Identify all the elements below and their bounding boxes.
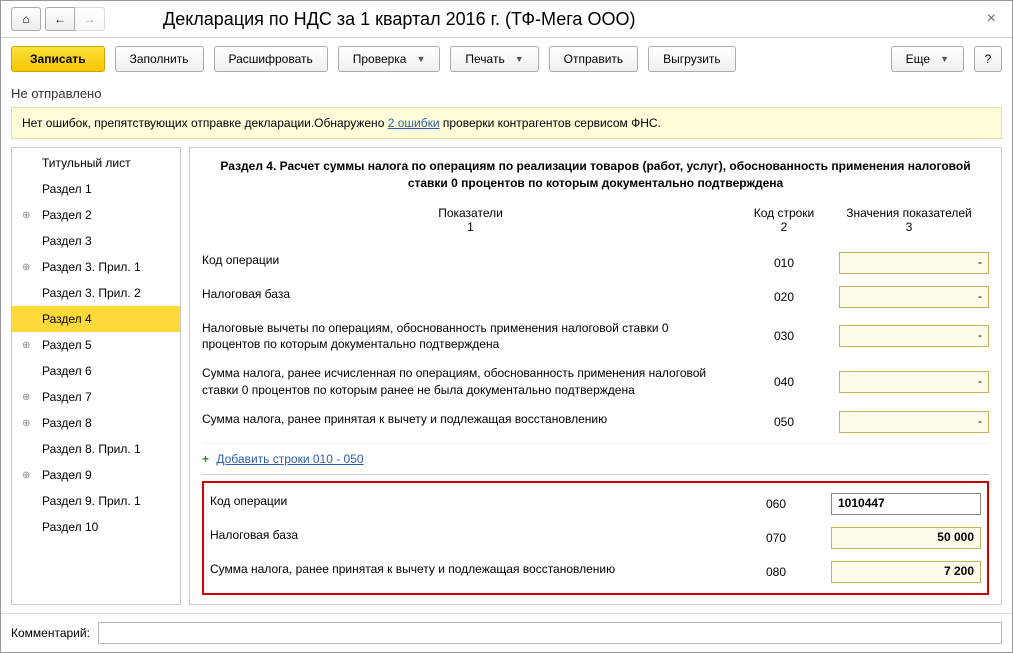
value-field[interactable]: 1010447 — [831, 493, 981, 515]
sidebar-item[interactable]: Раздел 2 — [12, 202, 180, 228]
print-button[interactable]: Печать ▼ — [450, 46, 538, 72]
row-code: 010 — [739, 256, 829, 270]
row-code: 020 — [739, 290, 829, 304]
home-icon: ⌂ — [22, 12, 29, 26]
help-button[interactable]: ? — [974, 46, 1002, 72]
row-code: 050 — [739, 415, 829, 429]
decode-button[interactable]: Расшифровать — [214, 46, 328, 72]
sidebar-item[interactable]: Титульный лист — [12, 150, 180, 176]
save-button[interactable]: Записать — [11, 46, 105, 72]
row-label: Сумма налога, ранее принятая к вычету и … — [202, 411, 739, 428]
form-row: Код операции010 — [202, 246, 989, 280]
sidebar-item[interactable]: Раздел 7 — [12, 384, 180, 410]
sidebar-item[interactable]: Раздел 6 — [12, 358, 180, 384]
sidebar-item[interactable]: Раздел 1 — [12, 176, 180, 202]
chevron-down-icon: ▼ — [940, 54, 949, 64]
content-panel: Раздел 4. Расчет суммы налога по операци… — [189, 147, 1002, 605]
row-code: 040 — [739, 375, 829, 389]
close-button[interactable]: × — [981, 10, 1002, 28]
sidebar-item[interactable]: Раздел 8. Прил. 1 — [12, 436, 180, 462]
row-label: Код операции — [202, 252, 739, 269]
form-row: Сумма налога, ранее принятая к вычету и … — [202, 405, 989, 439]
highlighted-block: Код операции060 1010447 Налоговая база070 5… — [202, 481, 989, 595]
value-field[interactable] — [839, 252, 989, 274]
sidebar: Титульный листРаздел 1Раздел 2Раздел 3Ра… — [11, 147, 181, 605]
comment-input[interactable] — [98, 622, 1002, 644]
status-text: Не отправлено — [1, 80, 1012, 107]
export-button[interactable]: Выгрузить — [648, 46, 736, 72]
back-button[interactable]: ← — [45, 7, 75, 31]
sidebar-item[interactable]: Раздел 4 — [12, 306, 180, 332]
sidebar-item[interactable]: Раздел 3 — [12, 228, 180, 254]
form-row: Код операции060 1010447 — [210, 487, 981, 521]
notice-bar: Нет ошибок, препятствующих отправке декл… — [11, 107, 1002, 139]
form-row: Налоговая база020 — [202, 280, 989, 314]
row-label: Налоговая база — [210, 527, 731, 544]
section-title: Раздел 4. Расчет суммы налога по операци… — [202, 158, 989, 192]
more-button[interactable]: Еще ▼ — [891, 46, 964, 72]
window-title: Декларация по НДС за 1 квартал 2016 г. (… — [121, 9, 973, 30]
sidebar-item[interactable]: Раздел 10 — [12, 514, 180, 540]
row-code: 080 — [731, 565, 821, 579]
home-button[interactable]: ⌂ — [11, 7, 41, 31]
row-code: 060 — [731, 497, 821, 511]
sidebar-item[interactable]: Раздел 9. Прил. 1 — [12, 488, 180, 514]
form-row: Налоговая база070 50 000 — [210, 521, 981, 555]
forward-button[interactable]: → — [75, 7, 105, 31]
form-row: Налоговые вычеты по операциям, обоснован… — [202, 314, 989, 360]
row-label: Сумма налога, ранее исчисленная по опера… — [202, 365, 739, 399]
form-row: Сумма налога, ранее исчисленная по опера… — [202, 359, 989, 405]
notice-prefix: Нет ошибок, препятствующих отправке декл… — [22, 116, 388, 130]
sidebar-item[interactable]: Раздел 5 — [12, 332, 180, 358]
send-button[interactable]: Отправить — [549, 46, 639, 72]
row-label: Код операции — [210, 493, 731, 510]
sidebar-item[interactable]: Раздел 9 — [12, 462, 180, 488]
sidebar-item[interactable]: Раздел 8 — [12, 410, 180, 436]
row-code: 070 — [731, 531, 821, 545]
chevron-down-icon: ▼ — [515, 54, 524, 64]
value-field[interactable]: 50 000 — [831, 527, 981, 549]
row-label: Налоговая база — [202, 286, 739, 303]
add-rows-link: + Добавить строки 010 - 050 — [202, 443, 989, 475]
chevron-down-icon: ▼ — [416, 54, 425, 64]
row-label: Налоговые вычеты по операциям, обоснован… — [202, 320, 739, 354]
value-field[interactable] — [839, 286, 989, 308]
comment-label: Комментарий: — [11, 626, 90, 640]
form-row: Сумма налога, ранее принятая к вычету и … — [210, 555, 981, 589]
fill-button[interactable]: Заполнить — [115, 46, 204, 72]
notice-suffix: проверки контрагентов сервисом ФНС. — [440, 116, 661, 130]
plus-icon: + — [202, 452, 209, 466]
value-field[interactable] — [839, 371, 989, 393]
value-field[interactable] — [839, 325, 989, 347]
arrow-left-icon: ← — [54, 12, 66, 26]
notice-link[interactable]: 2 ошибки — [388, 116, 440, 130]
sidebar-item[interactable]: Раздел 3. Прил. 2 — [12, 280, 180, 306]
column-headers: Показатели 1 Код строки 2 Значения показ… — [202, 206, 989, 234]
check-button[interactable]: Проверка ▼ — [338, 46, 441, 72]
value-field[interactable]: 7 200 — [831, 561, 981, 583]
arrow-right-icon: → — [84, 12, 96, 26]
row-label: Сумма налога, ранее принятая к вычету и … — [210, 561, 731, 578]
row-code: 030 — [739, 329, 829, 343]
sidebar-item[interactable]: Раздел 3. Прил. 1 — [12, 254, 180, 280]
value-field[interactable] — [839, 411, 989, 433]
add-rows-anchor[interactable]: Добавить строки 010 - 050 — [216, 452, 363, 466]
